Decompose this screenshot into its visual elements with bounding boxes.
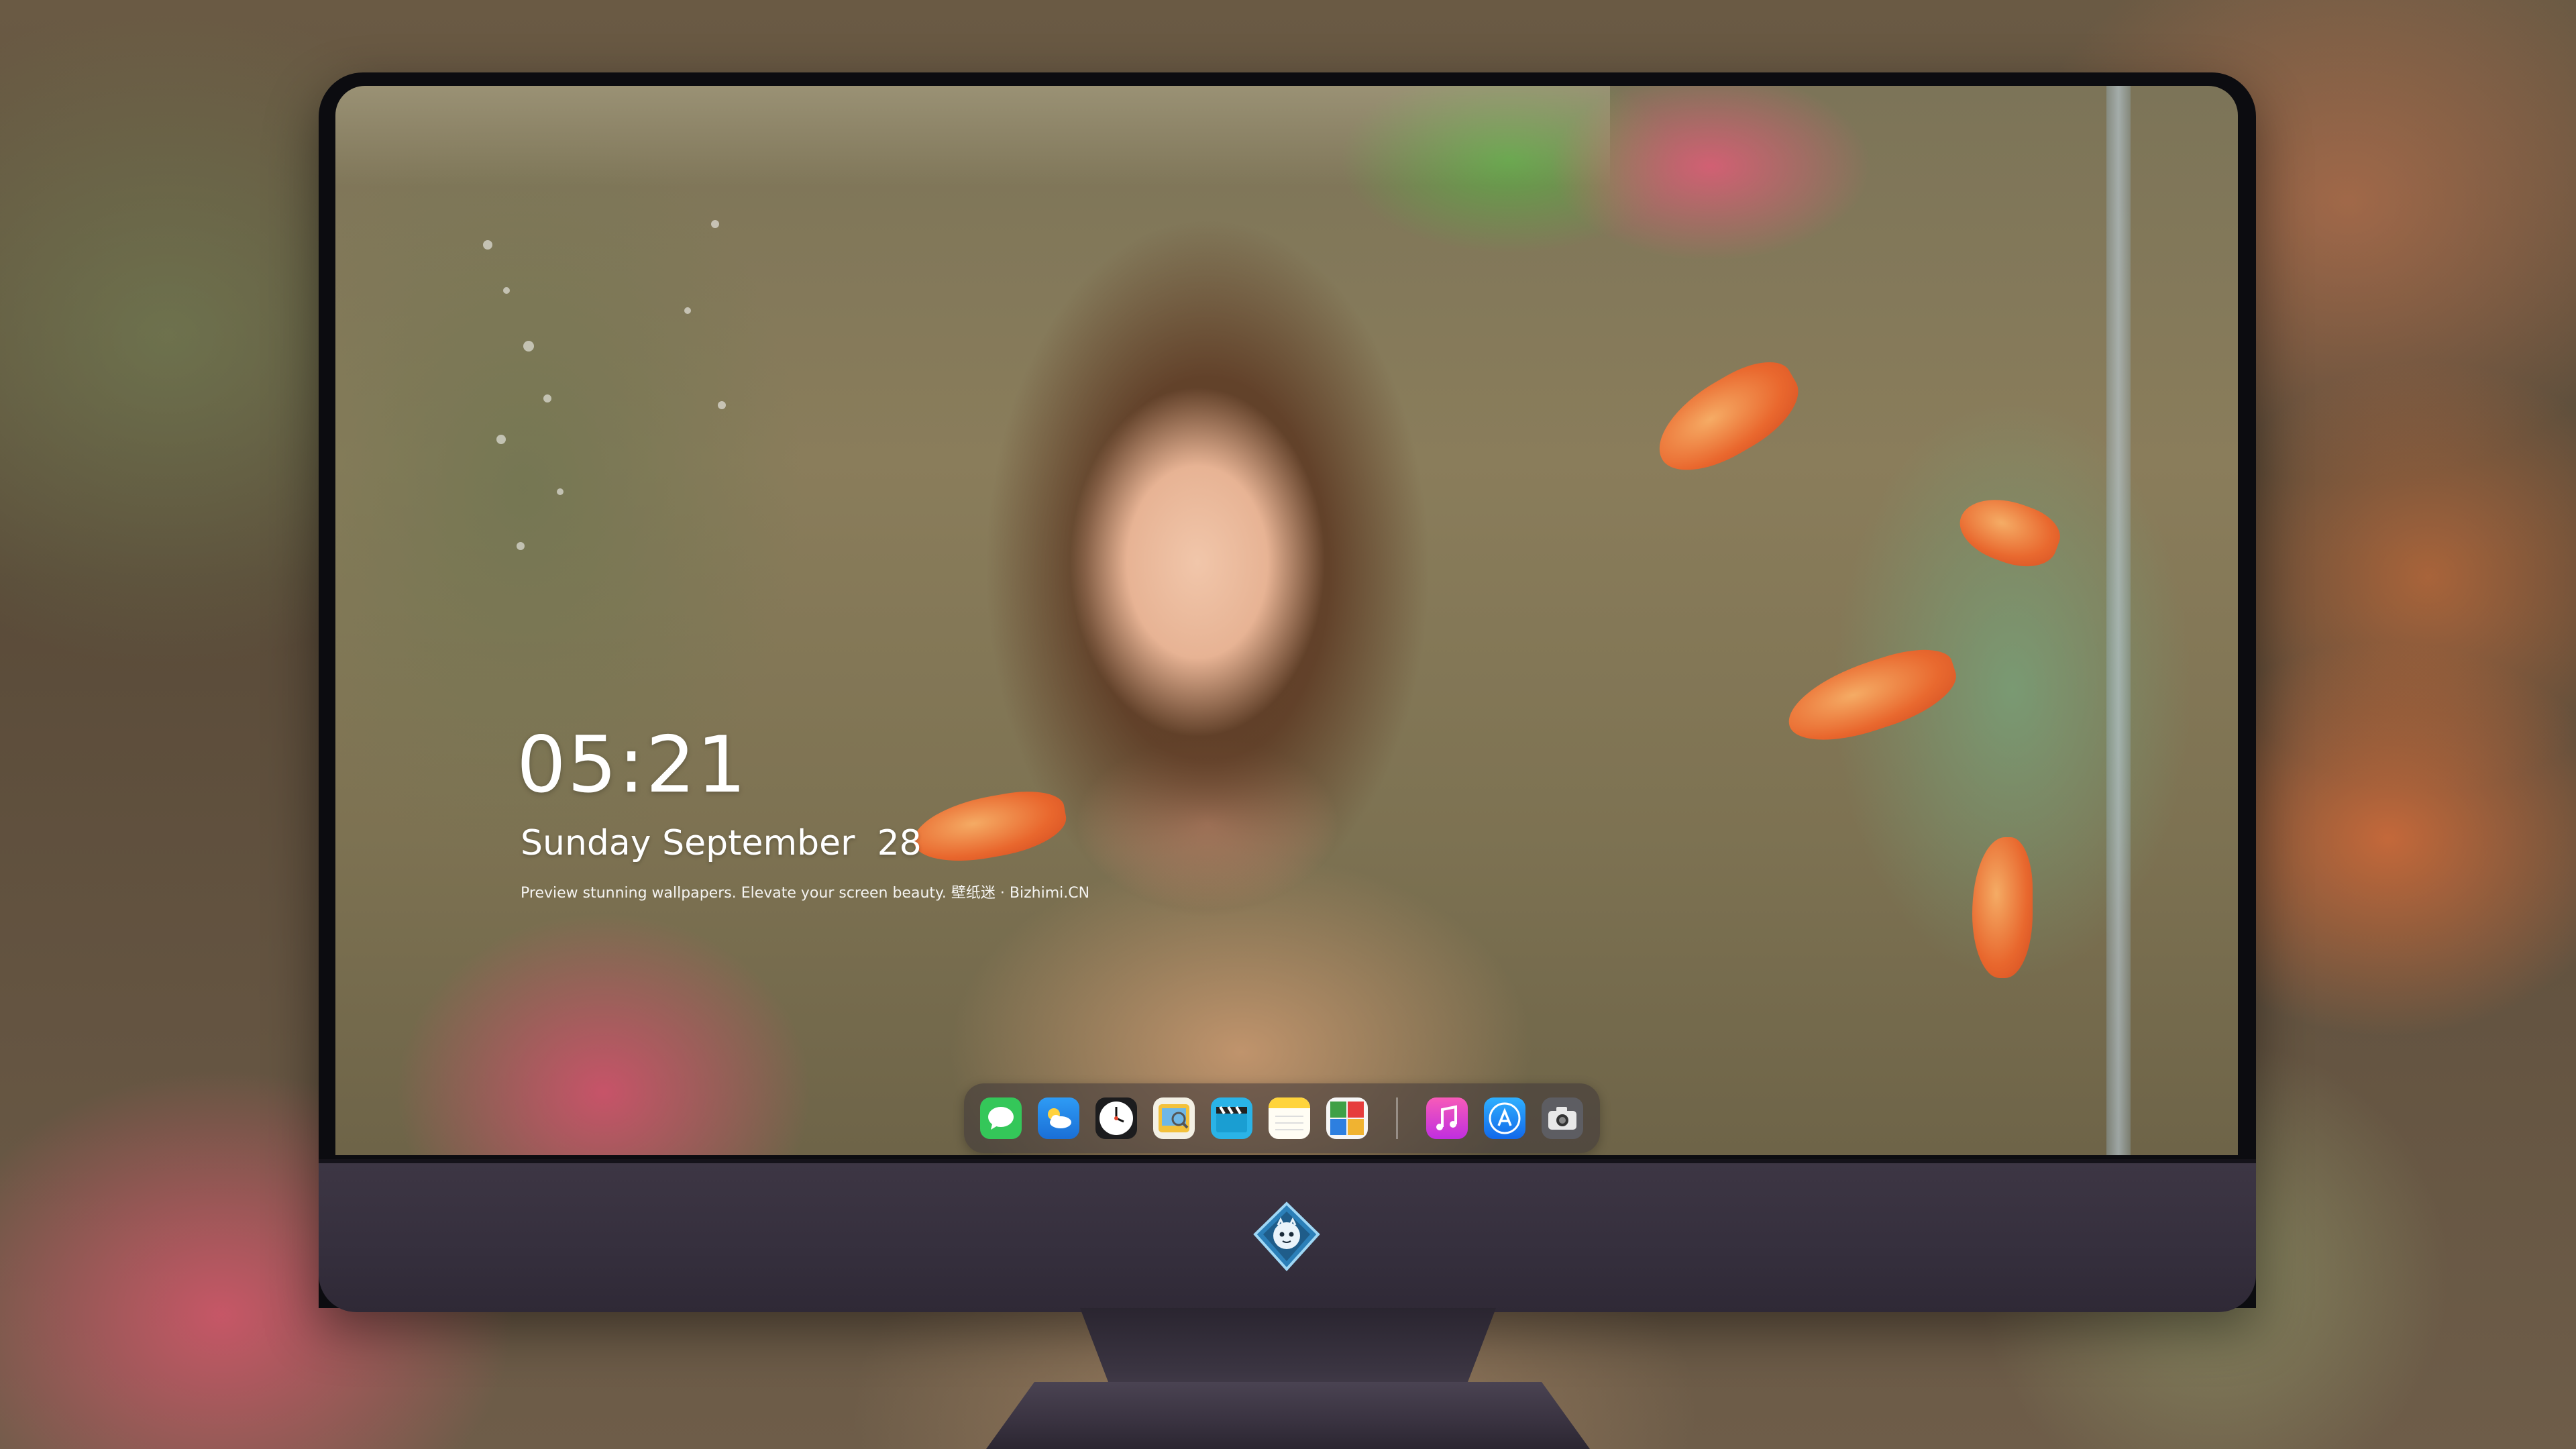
bubble [711,220,719,228]
photo-booth-icon[interactable] [1326,1097,1368,1139]
app-store-icon[interactable] [1484,1097,1525,1139]
screen-wallpaper: 05:21 Sunday September 28 Preview stunni… [335,86,2238,1155]
desktop-background: 05:21 Sunday September 28 Preview stunni… [0,0,2576,1449]
wallpaper-tagline: Preview stunning wallpapers. Elevate you… [521,885,1090,902]
brand-logo [1251,1201,1322,1272]
goldfish [1642,347,1813,489]
goldfish [1778,637,1966,755]
dock [964,1083,1600,1153]
notes-icon[interactable] [1269,1097,1310,1139]
music-icon[interactable] [1426,1097,1468,1139]
weather-icon[interactable] [1038,1097,1079,1139]
bubble [684,307,691,314]
bubble [557,488,564,495]
water-surface [335,86,1610,186]
lock-screen-clock: 05:21 [517,720,748,810]
bubble [517,542,525,550]
goldfish [1972,837,2033,978]
bubble [543,394,551,402]
bubble [718,401,726,409]
lock-screen-date: Sunday September 28 [521,823,922,863]
messages-icon[interactable] [980,1097,1022,1139]
goldfish [1951,486,2067,578]
preview-icon[interactable] [1153,1097,1195,1139]
clock-icon[interactable] [1095,1097,1137,1139]
bubble [483,240,492,250]
bubble [523,341,534,352]
dock-separator [1396,1097,1398,1139]
bubble [496,435,506,444]
goldfish [908,784,1071,871]
tank-frame [2106,86,2131,1155]
monitor-stand-base [986,1382,1590,1449]
bubble [503,287,510,294]
camera-icon[interactable] [1542,1097,1583,1139]
clapperboard-icon[interactable] [1211,1097,1252,1139]
